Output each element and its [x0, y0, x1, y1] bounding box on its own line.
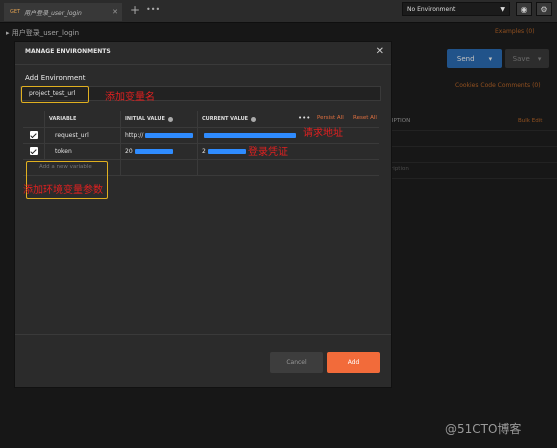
close-icon[interactable]: ✕ [112, 8, 118, 16]
annotation-params: 添加环境变量参数 [23, 185, 103, 196]
cancel-button[interactable]: Cancel [270, 352, 323, 373]
environment-select[interactable]: No Environment ▼ [402, 2, 510, 16]
redaction-mark [145, 132, 194, 138]
highlight-box [21, 86, 89, 103]
table-row: token 20 2 [23, 143, 379, 160]
request-tab[interactable]: GET 用户登录_user_login ✕ [4, 3, 122, 21]
variable-cell[interactable]: token [45, 143, 121, 159]
plus-icon[interactable]: + [130, 3, 140, 17]
header-initial: INITIAL VALUE [121, 111, 198, 127]
header-variable-label: VARIABLE [49, 116, 77, 122]
tab-name: 用户登录_user_login [24, 9, 82, 17]
method-label: GET [10, 9, 21, 15]
header-initial-label: INITIAL VALUE [125, 116, 165, 122]
annotation-name: 添加变量名 [105, 92, 155, 103]
current-value-cell[interactable]: 2 [198, 143, 379, 159]
redaction-mark [134, 148, 173, 154]
modal-header: MANAGE ENVIRONMENTS ✕ [15, 42, 391, 65]
reset-all-link[interactable]: Reset All [353, 115, 377, 121]
checkbox-icon[interactable] [29, 147, 38, 155]
watermark: @51CTO博客 [445, 422, 522, 436]
row-checkbox[interactable] [23, 127, 45, 143]
initial-value-cell[interactable]: http:// [121, 127, 198, 143]
initial-value: 20 [125, 147, 133, 155]
variable-cell[interactable]: request_url [45, 127, 121, 143]
current-value-cell[interactable] [198, 127, 379, 143]
header-variable: VARIABLE [45, 111, 121, 127]
footer-divider [15, 334, 391, 335]
initial-value: http:// [125, 131, 144, 139]
add-environment-title: Add Environment [25, 74, 86, 82]
info-icon[interactable] [167, 116, 173, 122]
environment-select-value: No Environment [407, 5, 456, 13]
chevron-down-icon: ▼ [500, 5, 505, 13]
persist-all-link[interactable]: Persist All [317, 115, 344, 121]
close-icon[interactable]: ✕ [376, 46, 384, 57]
redaction-mark [207, 148, 246, 154]
annotation-url: 请求地址 [303, 128, 343, 139]
checkbox-icon[interactable] [29, 131, 38, 139]
header-spacer [23, 111, 45, 127]
add-initial-cell[interactable] [121, 159, 198, 175]
variable-name: token [55, 147, 72, 155]
ellipsis-icon[interactable]: ••• [298, 114, 310, 122]
current-value: 2 [202, 147, 206, 155]
header-current: CURRENT VALUE [198, 111, 379, 127]
redaction-mark [204, 132, 296, 138]
ellipsis-icon[interactable]: ••• [146, 5, 160, 14]
initial-value-cell[interactable]: 20 [121, 143, 198, 159]
eye-icon[interactable]: ◉ [516, 2, 532, 16]
add-button[interactable]: Add [327, 352, 380, 373]
variable-name: request_url [55, 131, 89, 139]
gear-icon[interactable]: ⚙ [536, 2, 552, 16]
annotation-token: 登录凭证 [248, 147, 288, 158]
row-checkbox[interactable] [23, 143, 45, 159]
manage-environments-modal: MANAGE ENVIRONMENTS ✕ Add Environment pr… [14, 41, 392, 388]
info-icon[interactable] [251, 116, 257, 122]
header-current-label: CURRENT VALUE [202, 116, 249, 122]
top-bar: GET 用户登录_user_login ✕ + ••• No Environme… [0, 0, 557, 23]
add-current-cell[interactable] [198, 159, 379, 175]
modal-title: MANAGE ENVIRONMENTS [25, 48, 111, 55]
